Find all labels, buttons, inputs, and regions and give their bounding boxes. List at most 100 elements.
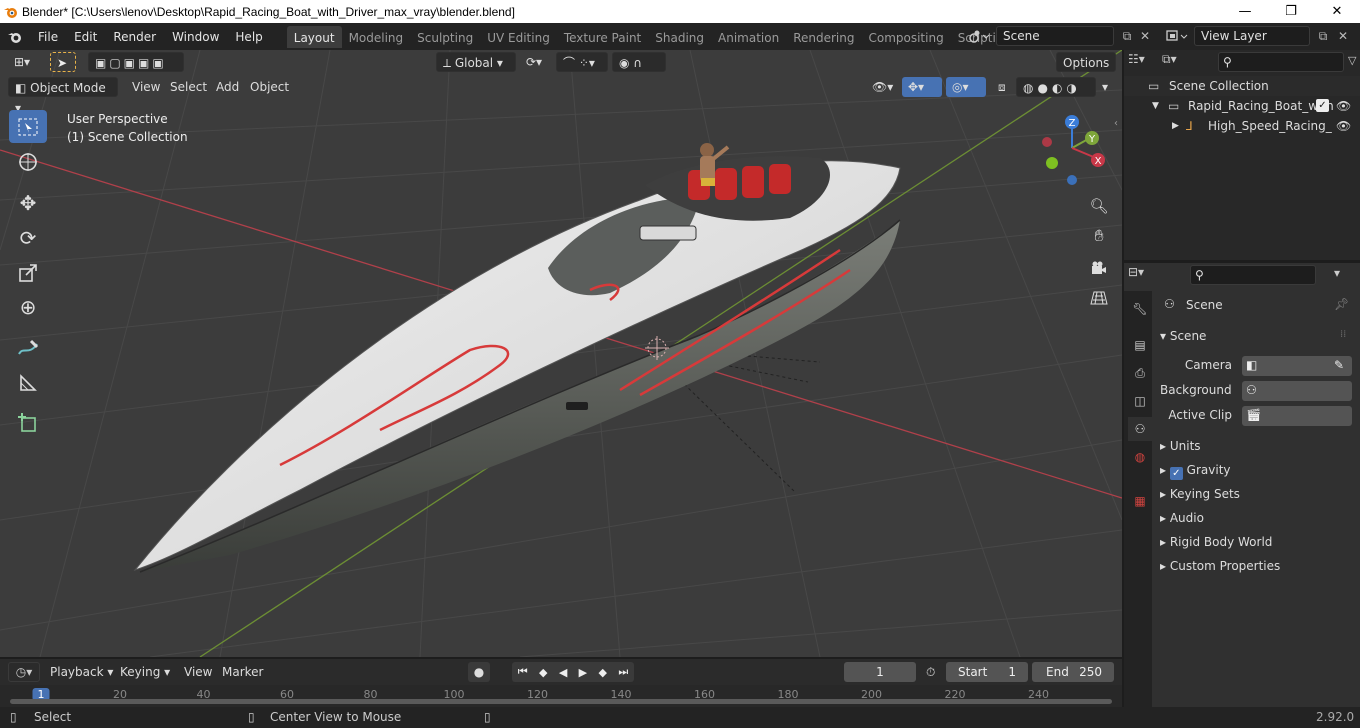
editor-type-icon[interactable]: ⊞▾ (8, 52, 40, 72)
keying-sets-section-header[interactable]: ▸ Keying Sets (1160, 487, 1240, 501)
gizmo-toggle-icon[interactable]: ✥▾ (902, 77, 942, 97)
viewport-menu-object[interactable]: Object (244, 77, 295, 97)
gravity-section-header[interactable]: ▸ ✓ Gravity (1160, 463, 1231, 480)
eye-icon[interactable]: 👁︎ (1336, 96, 1351, 116)
visibility-icon[interactable]: 👁▾ (866, 77, 900, 97)
render-tab-icon[interactable]: ▤ (1128, 333, 1152, 357)
pin-icon[interactable]: 📌︎ (1334, 297, 1349, 311)
outliner-row-boat-collection[interactable]: ▼ ▭ Rapid_Racing_Boat_with ✓ 👁︎ (1124, 96, 1360, 116)
output-tab-icon[interactable]: ⎙ (1128, 361, 1152, 385)
tab-animation[interactable]: Animation (711, 26, 786, 48)
timeline-menu-view[interactable]: View (184, 662, 212, 682)
current-frame-field[interactable]: 1 (844, 662, 916, 682)
delete-view-layer-icon[interactable]: ✕ (1332, 26, 1354, 46)
scene-selector-icon[interactable] (964, 26, 994, 46)
tab-rendering[interactable]: Rendering (786, 26, 861, 48)
menu-window[interactable]: Window (164, 26, 227, 48)
background-field[interactable]: ⚇ (1242, 381, 1352, 401)
rotate-tool-icon[interactable]: ⟳ (9, 221, 47, 254)
tab-modeling[interactable]: Modeling (342, 26, 411, 48)
cursor-tool-icon[interactable] (9, 145, 47, 178)
perspective-toggle-icon[interactable] (1086, 285, 1112, 311)
expand-arrow-icon[interactable]: ▼ (1152, 96, 1159, 116)
orientation-dropdown[interactable]: ⟂ Global ▾ (436, 52, 516, 72)
delete-scene-icon[interactable]: ✕ (1134, 26, 1156, 46)
expand-arrow-icon[interactable]: ▶ (1172, 116, 1179, 136)
play-icon[interactable]: ▶ (579, 666, 587, 679)
jump-end-icon[interactable]: ⏭ (618, 665, 628, 679)
units-section-header[interactable]: ▸ Units (1160, 439, 1201, 453)
timeline-menu-marker[interactable]: Marker (222, 662, 263, 682)
menu-file[interactable]: File (30, 26, 66, 48)
move-tool-icon[interactable]: ✥ (9, 186, 47, 219)
tool-tab-icon[interactable]: 🔧︎ (1128, 297, 1152, 321)
view-layer-field[interactable]: View Layer (1194, 26, 1310, 46)
blender-menu-icon[interactable] (0, 30, 30, 44)
tab-layout[interactable]: Layout (286, 25, 342, 48)
record-button-icon[interactable]: ● (468, 662, 490, 682)
timeline-menu-keying[interactable]: Keying ▾ (120, 662, 170, 682)
object-mode-dropdown[interactable]: ◧ Object Mode ▾ (8, 77, 118, 115)
navigation-gizmo[interactable]: Z Y X (1036, 112, 1112, 192)
tab-sculpting[interactable]: Sculpting (410, 26, 480, 48)
rigid-body-world-section-header[interactable]: ▸ Rigid Body World (1160, 535, 1272, 549)
properties-search-input[interactable]: ⚲ (1190, 265, 1316, 285)
transform-tool-icon[interactable]: ⊕ (9, 290, 47, 323)
menu-help[interactable]: Help (227, 26, 270, 48)
drag-handle-icon[interactable]: ⁞⁞ (1340, 329, 1346, 340)
start-frame-field[interactable]: Start 1 (946, 662, 1028, 682)
outliner-row-scene-collection[interactable]: ▭ Scene Collection (1124, 76, 1360, 96)
tab-shading[interactable]: Shading (648, 26, 711, 48)
zoom-icon[interactable]: 🔍︎ (1086, 193, 1112, 219)
annotate-tool-icon[interactable] (9, 331, 47, 364)
measure-tool-icon[interactable] (9, 366, 47, 399)
end-frame-field[interactable]: End 250 (1032, 662, 1114, 682)
prev-keyframe-icon[interactable]: ◆ (539, 666, 547, 679)
scale-tool-icon[interactable] (9, 256, 47, 289)
maximize-button[interactable]: ❐ (1268, 0, 1314, 23)
outliner-search-input[interactable]: ⚲ (1218, 52, 1344, 72)
camera-view-icon[interactable] (1086, 255, 1112, 281)
jump-start-icon[interactable]: ⏮ (518, 665, 528, 679)
timeline-scrollbar[interactable] (10, 699, 1112, 704)
stopwatch-icon[interactable]: ⏱ (926, 662, 935, 682)
viewport-menu-view[interactable]: View (126, 77, 166, 97)
overlay-toggle-icon[interactable]: ◎▾ (946, 77, 986, 97)
scene-section-header[interactable]: ▾ Scene (1160, 329, 1206, 343)
view-layer-tab-icon[interactable]: ◫ (1128, 389, 1152, 413)
proportional-edit-icon[interactable]: ◉ ∩ (612, 52, 666, 72)
gravity-checkbox[interactable]: ✓ (1169, 467, 1183, 480)
xray-toggle-icon[interactable]: ⧈ (992, 77, 1014, 97)
minimize-button[interactable]: — (1222, 0, 1268, 23)
viewport-menu-add[interactable]: Add (210, 77, 245, 97)
add-cube-tool-icon[interactable] (9, 406, 47, 439)
next-keyframe-icon[interactable]: ◆ (599, 666, 607, 679)
audio-section-header[interactable]: ▸ Audio (1160, 511, 1204, 525)
pan-hand-icon[interactable]: ✋︎ (1086, 223, 1112, 249)
playback-controls[interactable]: ⏮ ◆ ◀ ▶ ◆ ⏭ (512, 662, 634, 682)
close-button[interactable]: ✕ (1314, 0, 1360, 23)
display-mode-icon[interactable]: ⧉▾ (1162, 52, 1196, 72)
new-view-layer-icon[interactable]: ⧉ (1312, 26, 1334, 46)
shading-mode-icons[interactable]: ◍●◐◑ (1016, 77, 1096, 97)
select-mode-icon[interactable]: ➤ (50, 52, 76, 72)
pivot-point-icon[interactable]: ⟳▾ (520, 52, 552, 72)
active-clip-field[interactable]: 🎬︎ (1242, 406, 1352, 426)
exclude-checkbox[interactable]: ✓ (1316, 99, 1329, 112)
selection-modes-icon[interactable]: ▣▢▣▣▣ (88, 52, 184, 72)
snap-icon[interactable]: ⌒ ⁘▾ (556, 52, 608, 72)
3d-viewport[interactable]: ⊞▾ ➤ ▣▢▣▣▣ ⟂ Global ▾ ⟳▾ ⌒ ⁘▾ ◉ ∩ Option… (0, 50, 1122, 657)
timeline-menu-playback[interactable]: Playback ▾ (50, 662, 113, 682)
custom-properties-section-header[interactable]: ▸ Custom Properties (1160, 559, 1280, 573)
menu-edit[interactable]: Edit (66, 26, 105, 48)
texture-tab-icon[interactable]: ▦ (1128, 489, 1152, 513)
menu-render[interactable]: Render (105, 26, 164, 48)
view-layer-selector-icon[interactable] (1162, 26, 1192, 46)
sidebar-toggle-icon[interactable]: ‹ (1114, 118, 1122, 134)
tab-compositing[interactable]: Compositing (861, 26, 950, 48)
properties-editor-type-icon[interactable]: ⊟▾ (1128, 265, 1158, 285)
scene-tab-icon[interactable]: ⚇ (1128, 417, 1152, 441)
viewport-menu-select[interactable]: Select (164, 77, 213, 97)
scene-field[interactable]: Scene (996, 26, 1114, 46)
tab-texture-paint[interactable]: Texture Paint (557, 26, 648, 48)
